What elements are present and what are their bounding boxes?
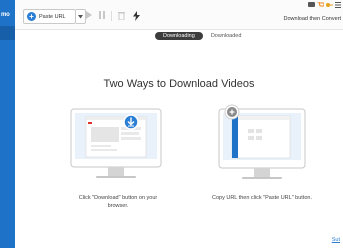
toolbar: + Paste URL Download then Convert	[15, 0, 343, 30]
key-icon[interactable]	[326, 2, 333, 11]
page-title: Two Ways to Download Videos	[103, 78, 255, 90]
download-then-convert-toggle[interactable]: Download then Convert	[284, 16, 341, 22]
paste-url-caption: Copy URL then click "Paste URL" button.	[212, 195, 312, 201]
tab-downloaded[interactable]: Downloaded	[203, 32, 250, 40]
sidebar: mo	[0, 0, 15, 248]
support-link[interactable]: Sut	[332, 237, 340, 243]
tab-downloading[interactable]: Downloading	[155, 32, 203, 40]
resume-icon[interactable]	[85, 11, 92, 22]
caption-line-1: Click "Download" button on your	[78, 195, 158, 201]
browser-download-illustration	[70, 108, 162, 178]
plus-icon: +	[27, 12, 36, 21]
chat-icon[interactable]	[308, 2, 315, 11]
delete-icon[interactable]	[118, 11, 125, 23]
toolbar-divider	[111, 11, 112, 21]
turbo-icon[interactable]	[133, 11, 140, 24]
caption-line-2: browser.	[107, 203, 129, 209]
download-tabs: Downloading Downloaded	[155, 31, 249, 41]
cart-icon[interactable]	[317, 1, 325, 11]
browser-download-caption: Click "Download" button on your browser.	[66, 194, 170, 210]
paste-url-illustration	[218, 104, 306, 179]
sidebar-item-download[interactable]	[0, 26, 15, 40]
window-controls	[308, 1, 341, 11]
paste-url-button[interactable]: + Paste URL	[23, 9, 76, 24]
paste-url-label: Paste URL	[39, 13, 66, 20]
app-logo: mo	[1, 12, 10, 18]
menu-icon[interactable]	[335, 2, 341, 11]
pause-icon[interactable]	[99, 11, 105, 22]
chevron-down-icon	[78, 14, 83, 18]
